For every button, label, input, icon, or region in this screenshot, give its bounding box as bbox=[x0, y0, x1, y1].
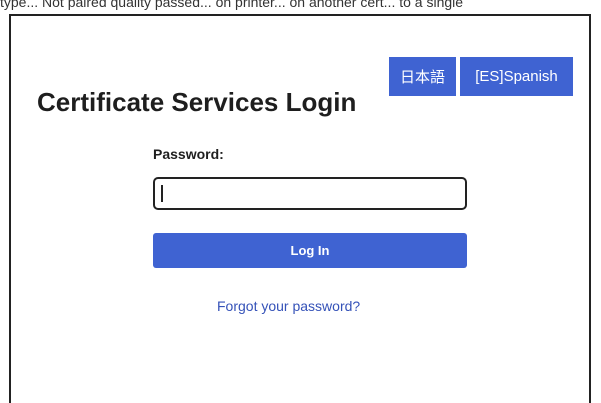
japanese-language-button[interactable]: 日本語 bbox=[389, 57, 456, 96]
forgot-password-link[interactable]: Forgot your password? bbox=[217, 298, 360, 314]
spanish-language-button[interactable]: [ES]Spanish bbox=[460, 57, 573, 96]
cropped-text: type... Not paired quality passed... on … bbox=[0, 0, 464, 10]
text-caret bbox=[161, 185, 163, 202]
login-button[interactable]: Log In bbox=[153, 233, 467, 268]
login-page: type... Not paired quality passed... on … bbox=[0, 0, 601, 403]
password-input[interactable] bbox=[153, 177, 467, 210]
password-label: Password: bbox=[153, 146, 224, 162]
page-title: Certificate Services Login bbox=[37, 87, 357, 117]
